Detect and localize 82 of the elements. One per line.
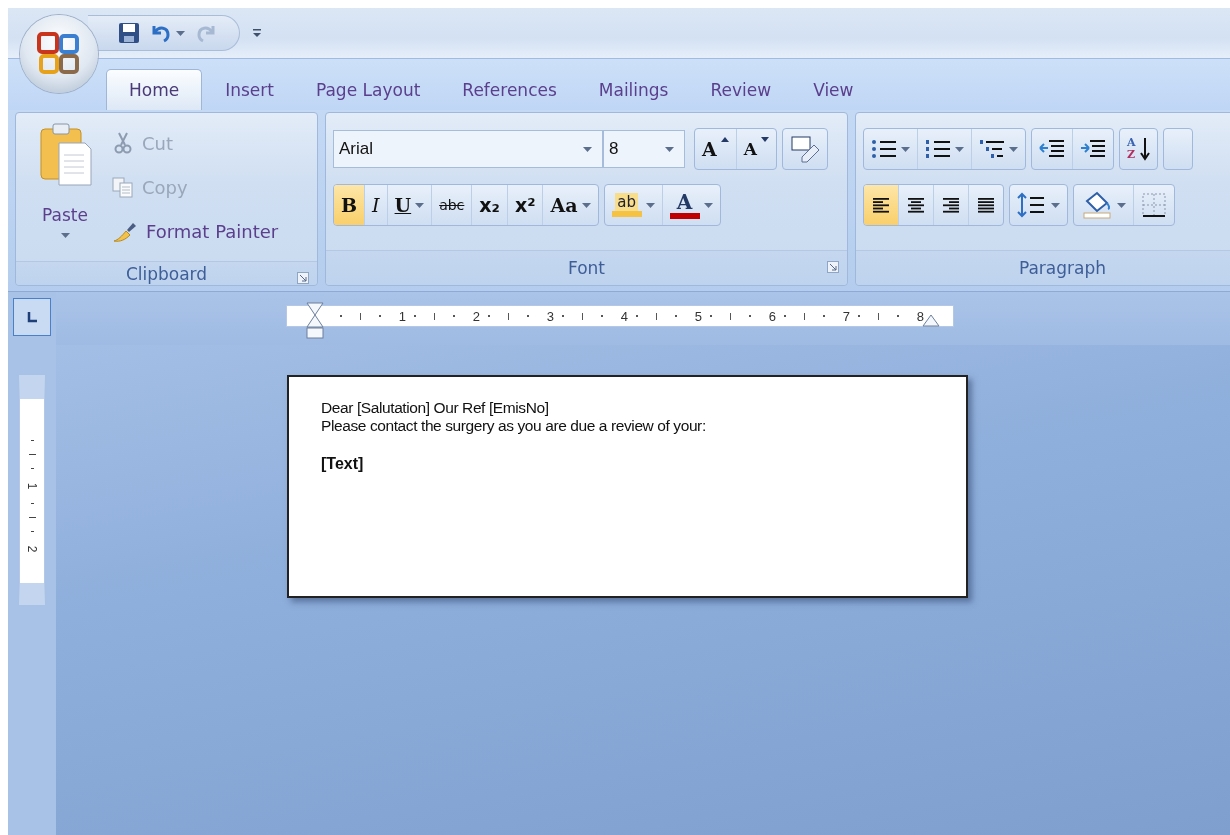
align-left-button[interactable] — [864, 185, 899, 225]
ruler-number: 1 — [398, 308, 406, 324]
highlight-button[interactable]: ab — [604, 185, 663, 225]
paint-bucket-icon — [1081, 191, 1113, 219]
ruler-number: 4 — [620, 308, 628, 324]
case-button[interactable]: Aa — [543, 185, 598, 225]
caret-icon — [176, 30, 185, 36]
align-justify-icon — [976, 195, 996, 215]
ruler-number: 2 — [472, 308, 480, 324]
grow-font-button[interactable]: A — [695, 129, 737, 169]
increase-indent-icon — [1080, 138, 1106, 160]
customize-icon[interactable] — [252, 28, 262, 38]
group-label: Clipboard — [125, 263, 208, 284]
caret-icon — [703, 202, 713, 208]
caret-icon — [1009, 146, 1018, 152]
ruler-number: 7 — [842, 308, 850, 324]
numbered-list-icon — [925, 138, 951, 160]
strike-button[interactable]: abc — [432, 185, 473, 225]
caret-icon — [1117, 202, 1126, 208]
merge-field: [Text] — [321, 455, 934, 473]
caret-icon — [1051, 202, 1060, 208]
caret-icon — [60, 233, 70, 238]
caret-icon — [583, 146, 592, 152]
underline-button[interactable]: U — [387, 185, 433, 225]
bullet-list-icon — [871, 138, 897, 160]
font-color-button[interactable]: A — [662, 185, 720, 225]
font-name-field[interactable]: Arial — [333, 130, 603, 168]
scissors-icon — [112, 132, 134, 154]
caret-icon — [415, 202, 425, 208]
align-left-icon — [871, 195, 891, 215]
save-icon[interactable] — [118, 22, 140, 44]
caret-icon — [645, 202, 655, 208]
subscript-button[interactable]: x₂ — [472, 185, 508, 225]
caret-icon — [901, 146, 910, 152]
undo-icon[interactable] — [150, 23, 172, 43]
caret-icon — [581, 202, 591, 208]
ruler-number: 8 — [916, 308, 924, 324]
ruler-number: 3 — [546, 308, 554, 324]
document-text: Please contact the surgery as you are due a review of your: — [321, 417, 707, 435]
eraser-icon — [789, 135, 820, 163]
ruler-number: 6 — [768, 308, 776, 324]
line-spacing-icon — [1017, 192, 1047, 218]
shrink-font-button[interactable]: A — [736, 129, 776, 169]
copy-icon — [112, 176, 134, 198]
multilevel-list-icon — [979, 138, 1005, 160]
align-center-icon — [906, 195, 926, 215]
right-indent-marker[interactable] — [922, 313, 940, 327]
paste-button[interactable]: Paste — [24, 121, 106, 253]
border-grid-icon — [1141, 192, 1167, 218]
decrease-indent-icon — [1039, 138, 1065, 160]
ruler-number: 5 — [694, 308, 702, 324]
clipboard-icon — [37, 121, 93, 187]
ribbon-tab[interactable]: Insert — [206, 69, 293, 110]
down-triangle-icon — [760, 137, 769, 142]
ruler-number: 2 — [26, 545, 38, 553]
left-tab-icon — [25, 310, 39, 324]
bold-button[interactable]: B — [334, 185, 366, 225]
sort-button[interactable]: A Z — [1120, 129, 1157, 169]
caret-icon — [665, 146, 674, 152]
logo-icon — [37, 32, 81, 76]
ribbon-tab[interactable]: Mailings — [579, 69, 688, 110]
group-label: Font — [568, 258, 605, 278]
font-size-field[interactable]: 8 — [603, 130, 685, 168]
indent-marker[interactable] — [306, 302, 324, 340]
ribbon-tab[interactable]: View — [794, 69, 873, 110]
ribbon-tab[interactable]: Home — [106, 69, 203, 110]
tab-selector-button[interactable] — [13, 298, 51, 336]
ruler-number: 1 — [26, 482, 38, 490]
down-arrow-icon — [1139, 137, 1150, 161]
caret-icon — [955, 146, 964, 152]
group-label: Paragraph — [1018, 258, 1107, 278]
superscript-button[interactable]: x² — [507, 185, 544, 225]
document-text: Dear [Salutation] Our Ref [EmisNo] — [321, 399, 550, 417]
align-right-icon — [941, 195, 961, 215]
format-painter-button[interactable]: Format Painter — [112, 209, 279, 253]
ribbon-tab[interactable]: References — [443, 69, 576, 110]
italic-button[interactable]: I — [365, 185, 388, 225]
dialog-launcher-icon[interactable] — [827, 261, 839, 273]
ribbon-tab[interactable]: Review — [691, 69, 791, 110]
up-triangle-icon — [720, 137, 729, 142]
dialog-launcher-icon[interactable] — [297, 272, 309, 284]
ribbon-tab[interactable]: Page Layout — [296, 69, 440, 110]
